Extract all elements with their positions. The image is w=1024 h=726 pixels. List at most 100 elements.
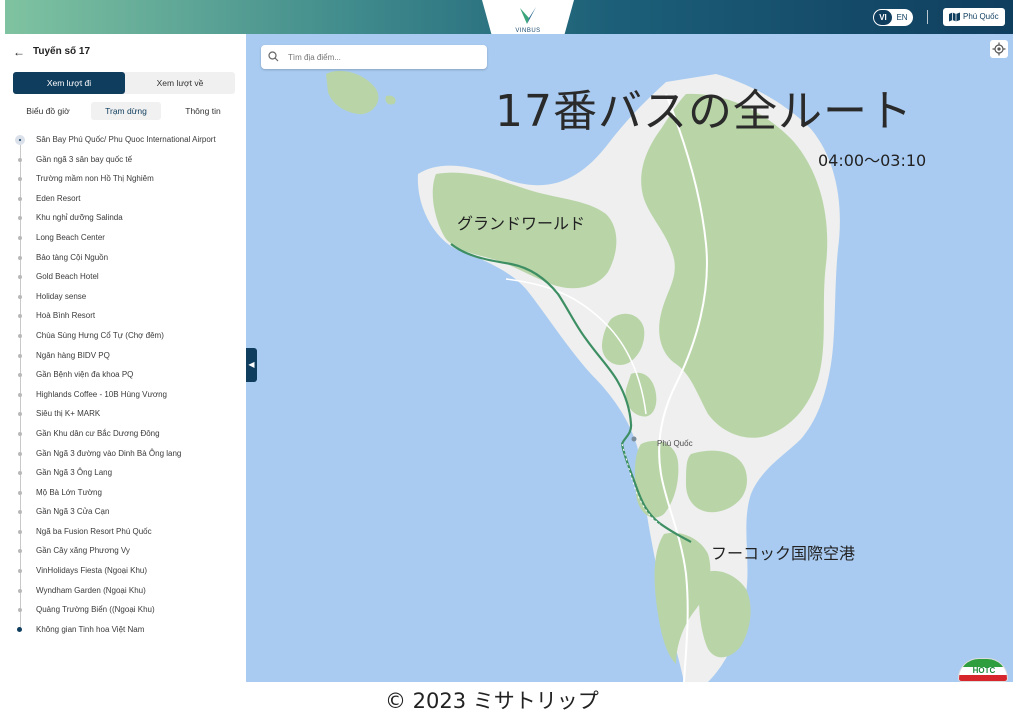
stop-dot-icon bbox=[18, 373, 22, 378]
stop-name: Gần Bệnh viện đa khoa PQ bbox=[36, 370, 134, 380]
stop-name: VinHolidays Fiesta (Ngoại Khu) bbox=[36, 566, 148, 576]
stop-dot-icon bbox=[17, 626, 22, 632]
stop-dot-icon bbox=[18, 353, 22, 358]
chevron-left-icon[interactable]: ◀ bbox=[246, 348, 257, 382]
app-window: VI EN Phú Quốc VINBUS ← Tuyến số 17 Xem … bbox=[0, 0, 1024, 726]
stop-dot-icon bbox=[18, 177, 22, 182]
stop-name: Eden Resort bbox=[36, 193, 81, 203]
stop-name: Mộ Bà Lớn Tường bbox=[36, 487, 102, 497]
stop-dot-icon bbox=[18, 510, 22, 515]
stop-name: Holiday sense bbox=[36, 291, 87, 301]
language-toggle[interactable]: VI EN bbox=[873, 9, 913, 26]
stop-item[interactable]: Gần Cây xăng Phương Vy bbox=[13, 543, 245, 563]
stop-item[interactable]: Wyndham Garden (Ngoại Khu) bbox=[13, 583, 245, 603]
stop-dot-icon bbox=[18, 157, 22, 162]
stop-name: Gần ngã 3 sân bay quốc tế bbox=[36, 154, 133, 164]
stop-name: Ngã ba Fusion Resort Phú Quốc bbox=[36, 526, 152, 536]
hotc-logo: HOTC bbox=[958, 658, 1008, 682]
stop-dot-icon bbox=[18, 235, 22, 240]
route-panel: ← Tuyến số 17 Xem lượt đi Xem lượt về Bi… bbox=[5, 34, 246, 682]
stop-dot-icon bbox=[18, 529, 22, 534]
locate-button[interactable] bbox=[990, 40, 1008, 58]
stop-name: Khu nghỉ dưỡng Salinda bbox=[36, 213, 123, 223]
stop-dot-icon bbox=[18, 314, 22, 319]
stop-item[interactable]: Quảng Trường Biển ((Ngoại Khu) bbox=[13, 602, 245, 622]
overlay-title: 17番バスの全ルート bbox=[495, 86, 913, 137]
stop-name: Sân Bay Phú Quốc/ Phu Quoc International… bbox=[36, 135, 216, 144]
stop-name: Gần Ngã 3 đường vào Dinh Bà Ông lang bbox=[36, 448, 182, 458]
stop-dot-icon bbox=[18, 216, 22, 221]
tab-return[interactable]: Xem lượt về bbox=[125, 72, 235, 94]
stop-dot-icon bbox=[18, 451, 22, 456]
stop-item[interactable]: Gần Ngã 3 đường vào Dinh Bà Ông lang bbox=[13, 446, 245, 466]
stop-item[interactable]: Chùa Sùng Hưng Cổ Tự (Chợ đêm) bbox=[13, 328, 245, 348]
stop-item[interactable]: Không gian Tinh hoa Việt Nam bbox=[13, 622, 245, 642]
stop-item[interactable]: Highlands Coffee - 10B Hùng Vương bbox=[13, 387, 245, 407]
stop-name: Bảo tàng Cội Nguồn bbox=[36, 252, 109, 262]
header-divider bbox=[927, 10, 928, 24]
stop-name: Wyndham Garden (Ngoại Khu) bbox=[36, 585, 146, 595]
stop-dot-icon bbox=[18, 588, 22, 593]
direction-tabs: Xem lượt đi Xem lượt về bbox=[13, 72, 235, 94]
stop-item[interactable]: VinHolidays Fiesta (Ngoại Khu) bbox=[13, 563, 245, 583]
stop-name: Siêu thị K+ MARK bbox=[36, 409, 101, 419]
stop-item[interactable]: Sân Bay Phú Quốc/ Phu Quoc International… bbox=[13, 132, 245, 152]
stop-item[interactable]: Gần Khu dân cư Bắc Dương Đông bbox=[13, 426, 245, 446]
stop-name: Không gian Tinh hoa Việt Nam bbox=[36, 624, 145, 634]
stop-dot-icon bbox=[18, 333, 22, 338]
stop-item[interactable]: Ngân hàng BIDV PQ bbox=[13, 348, 245, 368]
overlay-hours: 04:00～03:10 bbox=[818, 151, 927, 170]
stop-dot-icon bbox=[18, 569, 22, 574]
stop-dot-icon bbox=[15, 135, 25, 145]
stop-item[interactable]: Mộ Bà Lớn Tường bbox=[13, 485, 245, 505]
stop-dot-icon bbox=[18, 490, 22, 495]
stop-item[interactable]: Siêu thị K+ MARK bbox=[13, 406, 245, 426]
stop-name: Quảng Trường Biển ((Ngoại Khu) bbox=[36, 605, 155, 615]
stop-dot-icon bbox=[18, 294, 22, 299]
stop-dot-icon bbox=[18, 608, 22, 613]
stop-item[interactable]: Ngã ba Fusion Resort Phú Quốc bbox=[13, 524, 245, 544]
stop-name: Gần Cây xăng Phương Vy bbox=[36, 546, 130, 556]
stop-name: Trường mầm non Hồ Thị Nghiêm bbox=[36, 174, 154, 184]
island-small bbox=[326, 70, 379, 115]
island-small-2 bbox=[385, 95, 396, 105]
stop-item[interactable]: Holiday sense bbox=[13, 289, 245, 309]
tab-stops[interactable]: Trạm dừng bbox=[91, 102, 161, 120]
stop-list: Sân Bay Phú Quốc/ Phu Quoc International… bbox=[13, 132, 245, 641]
stop-item[interactable]: Trường mầm non Hồ Thị Nghiêm bbox=[13, 171, 245, 191]
stop-name: Hoà Bình Resort bbox=[36, 311, 96, 321]
stop-item[interactable]: Gần Ngã 3 Cửa Cạn bbox=[13, 504, 245, 524]
stop-name: Gold Beach Hotel bbox=[36, 272, 99, 282]
overlay-label-grandworld: グランドワールド bbox=[457, 214, 586, 233]
lang-en-option[interactable]: EN bbox=[893, 10, 911, 25]
stop-name: Gần Ngã 3 Ông Lang bbox=[36, 468, 113, 478]
stop-dot-icon bbox=[18, 196, 22, 201]
tab-outbound[interactable]: Xem lượt đi bbox=[13, 72, 125, 94]
stop-item[interactable]: Eden Resort bbox=[13, 191, 245, 211]
city-marker bbox=[631, 436, 637, 442]
arrow-left-icon[interactable]: ← bbox=[13, 45, 25, 59]
stop-dot-icon bbox=[18, 255, 22, 260]
stop-item[interactable]: Gold Beach Hotel bbox=[13, 269, 245, 289]
tab-info[interactable]: Thông tin bbox=[171, 102, 235, 120]
overlay-label-airport: フーコック国際空港 bbox=[711, 544, 856, 563]
lang-vi-option[interactable]: VI bbox=[874, 10, 892, 25]
tab-schedule[interactable]: Biểu đồ giờ bbox=[13, 102, 83, 120]
search-icon bbox=[268, 51, 279, 62]
stop-item[interactable]: Long Beach Center bbox=[13, 230, 245, 250]
search-box[interactable] bbox=[261, 45, 487, 69]
search-input[interactable] bbox=[288, 45, 478, 69]
city-select-button[interactable]: Phú Quốc bbox=[943, 8, 1005, 26]
stop-dot-icon bbox=[18, 275, 22, 280]
stop-dot-icon bbox=[18, 412, 22, 417]
stop-item[interactable]: Hoà Bình Resort bbox=[13, 308, 245, 328]
stop-name: Gần Khu dân cư Bắc Dương Đông bbox=[36, 428, 160, 438]
stop-item[interactable]: Gần Ngã 3 Ông Lang bbox=[13, 465, 245, 485]
stop-item[interactable]: Khu nghỉ dưỡng Salinda bbox=[13, 210, 245, 230]
logo-text-hotc: HOTC bbox=[972, 666, 996, 675]
stop-item[interactable]: Gần Bệnh viện đa khoa PQ bbox=[13, 367, 245, 387]
logo-red-band bbox=[959, 675, 1007, 681]
stop-item[interactable]: Gần ngã 3 sân bay quốc tế bbox=[13, 152, 245, 172]
stop-item[interactable]: Bảo tàng Cội Nguồn bbox=[13, 250, 245, 270]
copyright-text: © 2023 ミサトリップ bbox=[385, 689, 599, 713]
